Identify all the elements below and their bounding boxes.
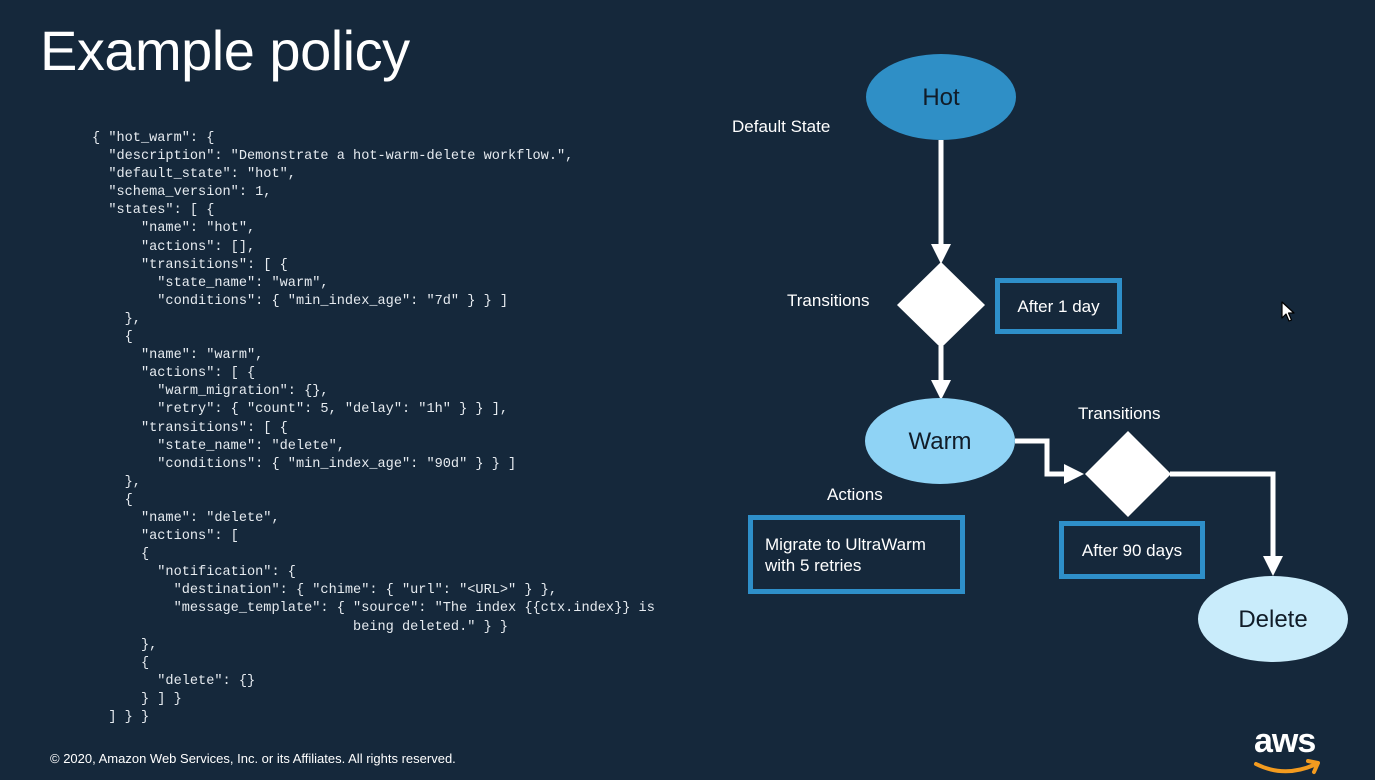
transitions-label-2: Transitions [1078, 404, 1161, 423]
transitions-label-1: Transitions [787, 291, 870, 310]
mouse-pointer-icon [1281, 301, 1295, 322]
action-migrate-line-1: Migrate to UltraWarm [765, 534, 926, 554]
aws-smile-icon [1254, 759, 1320, 774]
arrowhead-warm-to-transition [1064, 464, 1084, 484]
condition-after-90-days-text: After 90 days [1081, 540, 1183, 560]
action-migrate-ultrawarm: Migrate to UltraWarm with 5 retries [748, 515, 965, 594]
arrowhead-hot-to-transition [931, 244, 951, 264]
transition-diamond-2 [1085, 431, 1171, 517]
actions-label: Actions [827, 485, 883, 504]
condition-after-1-day-text: After 1 day [1017, 296, 1100, 316]
state-hot-label: Hot [922, 84, 960, 111]
workflow-diagram [865, 54, 1348, 662]
arrowhead-transition-to-warm [931, 380, 951, 400]
condition-after-1-day: After 1 day [995, 278, 1122, 334]
arrowhead-transition-to-delete [1263, 556, 1283, 576]
state-delete-label: Delete [1238, 606, 1308, 633]
copyright-footer: © 2020, Amazon Web Services, Inc. or its… [50, 751, 456, 766]
transition-diamond-1 [897, 262, 985, 348]
arrow-warm-to-transition [1015, 438, 1066, 477]
action-migrate-line-2: with 5 retries [765, 555, 862, 575]
state-warm-label: Warm [908, 428, 972, 455]
aws-logo: aws [1250, 722, 1328, 776]
default-state-label: Default State [732, 117, 831, 136]
condition-after-90-days: After 90 days [1059, 521, 1205, 579]
